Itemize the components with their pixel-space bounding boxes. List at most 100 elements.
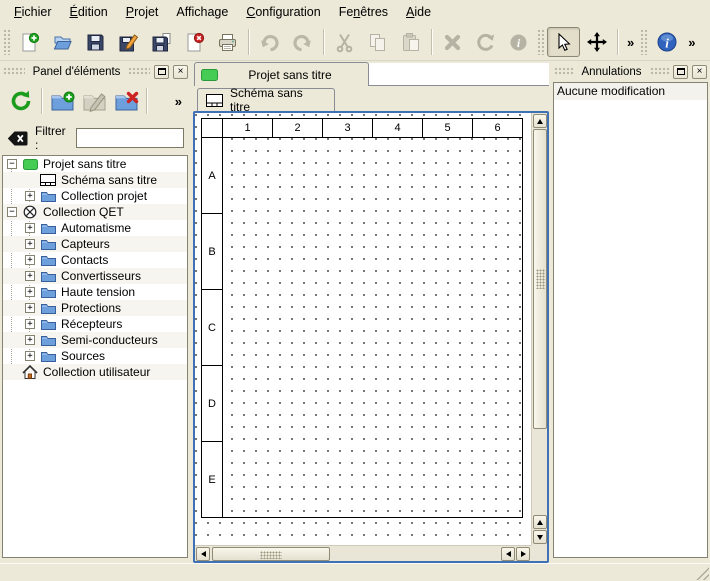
save-button[interactable] — [79, 27, 112, 57]
element-info-button[interactable]: i — [502, 27, 535, 57]
tab-projet-sans-titre[interactable]: Projet sans titre — [194, 62, 369, 86]
resize-grip[interactable] — [696, 567, 709, 580]
expand-expander-icon[interactable]: + — [25, 335, 35, 345]
tree-item-collection-qet[interactable]: − Collection QET — [3, 204, 187, 220]
edit-category-button[interactable] — [78, 85, 110, 117]
arrow-right-icon — [521, 551, 526, 557]
tree-item-capteurs[interactable]: + Capteurs — [3, 236, 187, 252]
cut-button[interactable] — [328, 27, 361, 57]
vertical-scroll-thumb[interactable] — [533, 129, 547, 429]
vertical-scrollbar — [531, 113, 547, 545]
move-tool-button[interactable] — [580, 27, 613, 57]
close-panel-button[interactable]: × — [692, 65, 707, 79]
toolbar-overflow-chevron[interactable]: » — [622, 35, 638, 50]
tree-item-schema-sans-titre[interactable]: Schéma sans titre — [3, 172, 187, 188]
row-header: D — [201, 366, 223, 442]
menu-fenetres[interactable]: Fenêtres — [330, 2, 397, 22]
tree-item-recepteurs[interactable]: + Récepteurs — [3, 316, 187, 332]
toolbar-drag-handle[interactable] — [537, 29, 545, 55]
menu-fichier[interactable]: Fichier — [5, 2, 61, 22]
delete-button[interactable] — [436, 27, 469, 57]
rotate-button[interactable] — [469, 27, 502, 57]
collections-toolbar: » — [0, 81, 191, 121]
scroll-left-button[interactable] — [501, 547, 515, 561]
menu-edition[interactable]: Édition — [61, 2, 117, 22]
collapse-expander-icon[interactable]: − — [7, 159, 17, 169]
expand-expander-icon[interactable]: + — [25, 223, 35, 233]
tree-item-semi-conducteurs[interactable]: + Semi-conducteurs — [3, 332, 187, 348]
close-icon: × — [697, 67, 703, 77]
save-all-button[interactable] — [145, 27, 178, 57]
toolbar-drag-handle[interactable] — [640, 29, 648, 55]
clear-filter-icon[interactable] — [7, 131, 28, 146]
float-window-button[interactable] — [154, 65, 169, 79]
tab-schema-sans-titre[interactable]: Schéma sans titre — [197, 88, 335, 111]
horizontal-scroll-thumb[interactable] — [212, 547, 330, 561]
redo-button[interactable] — [286, 27, 319, 57]
close-document-button[interactable] — [178, 27, 211, 57]
float-window-button[interactable] — [673, 65, 688, 79]
save-as-button[interactable] — [112, 27, 145, 57]
tree-item-haute-tension[interactable]: + Haute tension — [3, 284, 187, 300]
filter-input[interactable] — [76, 128, 184, 148]
new-document-button[interactable] — [13, 27, 46, 57]
tree-item-protections[interactable]: + Protections — [3, 300, 187, 316]
close-panel-button[interactable]: × — [173, 65, 188, 79]
tree-item-contacts[interactable]: + Contacts — [3, 252, 187, 268]
expand-expander-icon[interactable]: + — [25, 287, 35, 297]
toolbar-separator — [431, 29, 432, 55]
expand-expander-icon[interactable]: + — [25, 271, 35, 281]
copy-button[interactable] — [361, 27, 394, 57]
expand-expander-icon[interactable]: + — [25, 351, 35, 361]
diagram-grid-area[interactable] — [223, 138, 523, 518]
expand-expander-icon[interactable]: + — [25, 191, 35, 201]
undo-panel-titlebar[interactable]: Annulations × — [551, 62, 710, 81]
column-header: 2 — [273, 118, 323, 138]
arrow-left-icon — [506, 551, 511, 557]
mdi-area: Projet sans titre Schéma sans titre 1 2 … — [193, 62, 549, 563]
tree-item-convertisseurs[interactable]: + Convertisseurs — [3, 268, 187, 284]
collapse-expander-icon[interactable]: − — [7, 207, 17, 217]
expand-expander-icon[interactable]: + — [25, 303, 35, 313]
scroll-right-button[interactable] — [516, 547, 530, 561]
undo-list-item[interactable]: Aucune modification — [554, 83, 707, 100]
undo-history-list[interactable]: Aucune modification — [553, 82, 708, 558]
diagram-canvas[interactable]: 1 2 3 4 5 6 A B C D E — [195, 113, 531, 545]
scroll-up-button[interactable] — [533, 114, 547, 128]
expand-expander-icon[interactable]: + — [25, 239, 35, 249]
filter-label: Filtrer : — [35, 124, 69, 152]
tree-item-sources[interactable]: + Sources — [3, 348, 187, 364]
scroll-down-button[interactable] — [533, 530, 547, 544]
schema-icon — [206, 94, 223, 107]
help-info-button[interactable]: i — [650, 27, 683, 57]
menu-projet[interactable]: Projet — [117, 2, 168, 22]
open-project-button[interactable] — [46, 27, 79, 57]
rotate-icon — [475, 32, 496, 53]
column-header: 4 — [373, 118, 423, 138]
new-category-button[interactable] — [46, 85, 78, 117]
elements-tree[interactable]: − Projet sans titre Schéma sans titre + … — [2, 155, 188, 558]
tree-item-collection-utilisateur[interactable]: Collection utilisateur — [3, 364, 187, 380]
scroll-left-button[interactable] — [196, 547, 210, 561]
collections-overflow-chevron[interactable]: » — [170, 94, 186, 109]
toolbar-drag-handle[interactable] — [3, 29, 11, 55]
undo-button[interactable] — [253, 27, 286, 57]
tree-item-projet-sans-titre[interactable]: − Projet sans titre — [3, 156, 187, 172]
menu-affichage[interactable]: Affichage — [167, 2, 237, 22]
menu-configuration[interactable]: Configuration — [237, 2, 329, 22]
print-button[interactable] — [211, 27, 244, 57]
scroll-up-button[interactable] — [533, 515, 547, 529]
elements-panel-titlebar[interactable]: Panel d'éléments × — [0, 62, 191, 81]
reload-collections-button[interactable] — [5, 85, 37, 117]
tree-item-automatisme[interactable]: + Automatisme — [3, 220, 187, 236]
titlebar-texture — [554, 67, 573, 76]
delete-category-button[interactable] — [110, 85, 142, 117]
expand-expander-icon[interactable]: + — [25, 255, 35, 265]
folder-icon — [39, 286, 57, 298]
tree-item-collection-projet[interactable]: + Collection projet — [3, 188, 187, 204]
menu-aide[interactable]: Aide — [397, 2, 440, 22]
paste-button[interactable] — [394, 27, 427, 57]
select-tool-button[interactable] — [547, 27, 580, 57]
toolbar-overflow-chevron[interactable]: » — [683, 35, 699, 50]
expand-expander-icon[interactable]: + — [25, 319, 35, 329]
